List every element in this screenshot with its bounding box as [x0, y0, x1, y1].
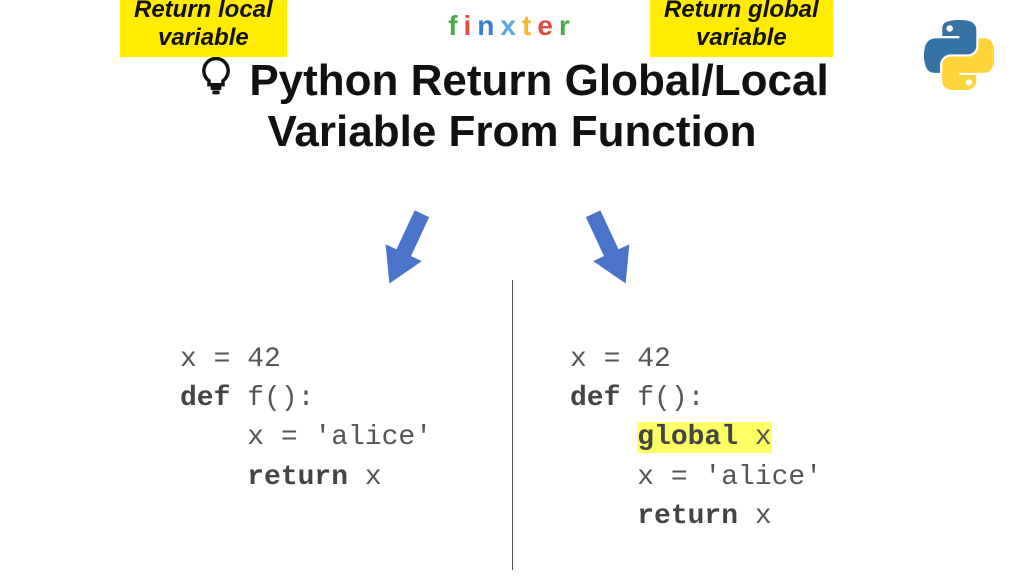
page-title: Python Return Global/Local Variable From… — [102, 55, 922, 158]
brand-logo: finxter — [448, 10, 576, 42]
title-line1: Python Return Global/Local — [249, 56, 828, 107]
code-example-global: x = 42 def f(): global x x = 'alice' ret… — [570, 340, 822, 536]
label-return-global: Return global variable — [650, 0, 833, 57]
label-return-local: Return local variable — [120, 0, 287, 57]
python-logo — [924, 20, 994, 90]
code-line: x — [348, 462, 382, 493]
code-line: x = 42 — [180, 344, 281, 375]
lightbulb-icon — [195, 55, 237, 107]
label-right-line1: Return global — [664, 0, 819, 24]
brand-letter: f — [448, 10, 463, 42]
code-line: x = 42 — [570, 344, 671, 375]
brand-letter: i — [464, 10, 478, 42]
code-line: f(): — [230, 383, 314, 414]
arrow-down-icon — [370, 205, 440, 300]
code-line: x = 'alice' — [570, 462, 822, 493]
brand-letter: t — [522, 10, 537, 42]
brand-letter: n — [477, 10, 500, 42]
label-left-line1: Return local — [134, 0, 273, 24]
code-indent — [570, 501, 637, 532]
code-keyword-highlighted: global — [637, 422, 738, 453]
code-keyword: def — [180, 383, 230, 414]
arrow-down-icon — [575, 205, 645, 300]
code-example-local: x = 42 def f(): x = 'alice' return x — [180, 340, 432, 497]
code-keyword: def — [570, 383, 620, 414]
code-line: x = 'alice' — [180, 422, 432, 453]
label-left-line2: variable — [134, 24, 273, 52]
brand-letter: e — [537, 10, 559, 42]
code-line: f(): — [620, 383, 704, 414]
label-right-line2: variable — [664, 24, 819, 52]
brand-letter: r — [559, 10, 576, 42]
code-indent — [570, 422, 637, 453]
column-divider — [512, 280, 513, 570]
code-indent — [180, 462, 247, 493]
brand-letter: x — [500, 10, 522, 42]
code-line-highlighted: x — [738, 422, 772, 453]
code-keyword: return — [247, 462, 348, 493]
code-keyword: return — [637, 501, 738, 532]
title-line2: Variable From Function — [102, 107, 922, 158]
code-line: x — [738, 501, 772, 532]
